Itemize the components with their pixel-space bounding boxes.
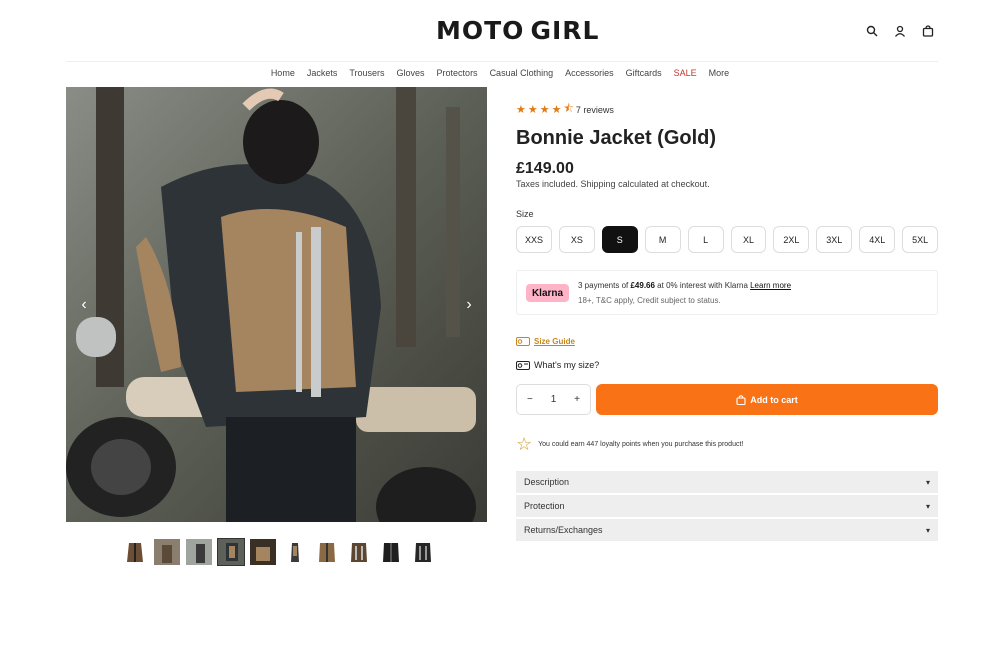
size-option-2xl[interactable]: 2XL bbox=[773, 226, 810, 253]
ruler-icon bbox=[516, 337, 530, 346]
size-option-xxs[interactable]: XXS bbox=[516, 226, 552, 253]
nav-gloves[interactable]: Gloves bbox=[397, 68, 425, 78]
klarna-amount: £49.66 bbox=[630, 281, 655, 290]
thumbnail-strip bbox=[121, 538, 437, 566]
logo-right-text: GIRL bbox=[530, 15, 600, 45]
add-to-cart-button[interactable]: Add to cart bbox=[596, 384, 938, 415]
klarna-badge: Klarna bbox=[526, 284, 569, 302]
size-guide-link[interactable]: Size Guide bbox=[516, 337, 938, 346]
thumbnail-6[interactable] bbox=[281, 538, 309, 566]
product-info: ★ ★ ★ ★ ⯪ 7 reviews Bonnie Jacket (Gold)… bbox=[516, 100, 939, 543]
loyalty-star-icon: ☆ bbox=[516, 434, 533, 454]
thumbnail-3[interactable] bbox=[185, 538, 213, 566]
size-option-5xl[interactable]: 5XL bbox=[902, 226, 939, 253]
site-header: MOTO GIRL bbox=[66, 0, 938, 62]
size-option-4xl[interactable]: 4XL bbox=[859, 226, 896, 253]
thumbnail-10[interactable] bbox=[409, 538, 437, 566]
site-logo[interactable]: MOTO GIRL bbox=[436, 10, 598, 50]
main-nav: Home Jackets Trousers Gloves Protectors … bbox=[0, 68, 1000, 78]
nav-jackets[interactable]: Jackets bbox=[307, 68, 338, 78]
klarna-terms: 18+, T&C apply, Credit subject to status… bbox=[578, 296, 721, 305]
accordion-label: Returns/Exchanges bbox=[524, 525, 603, 535]
size-option-m[interactable]: M bbox=[644, 226, 681, 253]
quantity-value[interactable]: 1 bbox=[551, 394, 557, 405]
thumbnail-4[interactable] bbox=[217, 538, 245, 566]
add-to-cart-label: Add to cart bbox=[750, 394, 798, 405]
accordion-protection[interactable]: Protection ▾ bbox=[516, 495, 938, 517]
thumbnail-9[interactable] bbox=[377, 538, 405, 566]
accordion-description[interactable]: Description ▾ bbox=[516, 471, 938, 493]
chevron-down-icon: ▾ bbox=[925, 501, 930, 511]
thumbnail-7[interactable] bbox=[313, 538, 341, 566]
size-options: XXS XS S M L XL 2XL 3XL 4XL 5XL bbox=[516, 226, 939, 253]
nav-more[interactable]: More bbox=[709, 68, 730, 78]
loyalty-points: ☆ You could earn 447 loyalty points when… bbox=[516, 435, 938, 453]
nav-giftcards[interactable]: Giftcards bbox=[626, 68, 662, 78]
quantity-increase-button[interactable]: + bbox=[574, 394, 580, 405]
user-icon[interactable] bbox=[892, 23, 908, 39]
nav-home[interactable]: Home bbox=[271, 68, 295, 78]
star-icon: ★ bbox=[516, 104, 526, 116]
nav-trousers[interactable]: Trousers bbox=[349, 68, 384, 78]
quantity-stepper: − 1 + bbox=[516, 384, 591, 415]
header-icons bbox=[864, 23, 936, 39]
reviews-count[interactable]: 7 reviews bbox=[576, 105, 614, 115]
bag-icon[interactable] bbox=[920, 23, 936, 39]
search-icon[interactable] bbox=[864, 23, 880, 39]
size-guide-label: Size Guide bbox=[534, 337, 575, 346]
klarna-prefix: 3 payments of bbox=[578, 281, 631, 290]
tape-measure-icon bbox=[516, 360, 530, 370]
taxes-note: Taxes included. Shipping calculated at c… bbox=[516, 179, 710, 189]
product-accordion: Description ▾ Protection ▾ Returns/Excha… bbox=[516, 471, 938, 541]
size-option-3xl[interactable]: 3XL bbox=[816, 226, 853, 253]
purchase-row: − 1 + Add to cart bbox=[516, 384, 938, 415]
whats-my-size-link[interactable]: What's my size? bbox=[516, 360, 938, 370]
size-option-xl[interactable]: XL bbox=[730, 226, 767, 253]
product-price: £149.00 bbox=[516, 160, 574, 177]
nav-casual-clothing[interactable]: Casual Clothing bbox=[490, 68, 554, 78]
cart-bag-icon bbox=[736, 394, 746, 405]
product-title: Bonnie Jacket (Gold) bbox=[516, 127, 717, 149]
star-icon: ★ bbox=[551, 104, 562, 116]
accordion-label: Protection bbox=[524, 501, 565, 511]
size-option-s[interactable]: S bbox=[601, 226, 638, 253]
nav-accessories[interactable]: Accessories bbox=[565, 68, 614, 78]
thumbnail-8[interactable] bbox=[345, 538, 373, 566]
klarna-learn-more-link[interactable]: Learn more bbox=[750, 281, 791, 290]
quantity-decrease-button[interactable]: − bbox=[527, 394, 533, 405]
thumbnail-5[interactable] bbox=[249, 538, 277, 566]
product-rating[interactable]: ★ ★ ★ ★ ⯪ 7 reviews bbox=[516, 100, 938, 119]
size-label: Size bbox=[516, 209, 534, 219]
klarna-panel: Klarna 3 payments of £49.66 at 0% intere… bbox=[516, 270, 938, 315]
size-option-xs[interactable]: XS bbox=[558, 226, 595, 253]
next-image-arrow-icon[interactable]: › bbox=[459, 295, 479, 315]
nav-protectors[interactable]: Protectors bbox=[437, 68, 478, 78]
klarna-installments: 3 payments of £49.66 at 0% interest with… bbox=[578, 281, 791, 290]
thumbnail-2[interactable] bbox=[153, 538, 181, 566]
prev-image-arrow-icon[interactable]: ‹ bbox=[74, 295, 94, 315]
thumbnail-1[interactable] bbox=[121, 538, 149, 566]
product-main-image[interactable]: ‹ › bbox=[66, 87, 487, 522]
star-icon: ★ bbox=[527, 104, 538, 116]
whats-my-size-label: What's my size? bbox=[534, 360, 600, 370]
loyalty-text: You could earn 447 loyalty points when y… bbox=[538, 440, 744, 448]
accordion-returns[interactable]: Returns/Exchanges ▾ bbox=[516, 519, 938, 541]
half-star-icon: ⯪ bbox=[563, 103, 574, 115]
klarna-suffix: at 0% interest with Klarna bbox=[654, 281, 751, 290]
nav-sale[interactable]: SALE bbox=[674, 68, 697, 78]
chevron-down-icon: ▾ bbox=[925, 477, 930, 487]
accordion-label: Description bbox=[524, 477, 570, 487]
size-option-l[interactable]: L bbox=[687, 226, 724, 253]
logo-left-text: MOTO bbox=[436, 15, 525, 45]
star-icon: ★ bbox=[539, 104, 550, 116]
chevron-down-icon: ▾ bbox=[925, 525, 930, 535]
product-photo bbox=[66, 87, 487, 522]
